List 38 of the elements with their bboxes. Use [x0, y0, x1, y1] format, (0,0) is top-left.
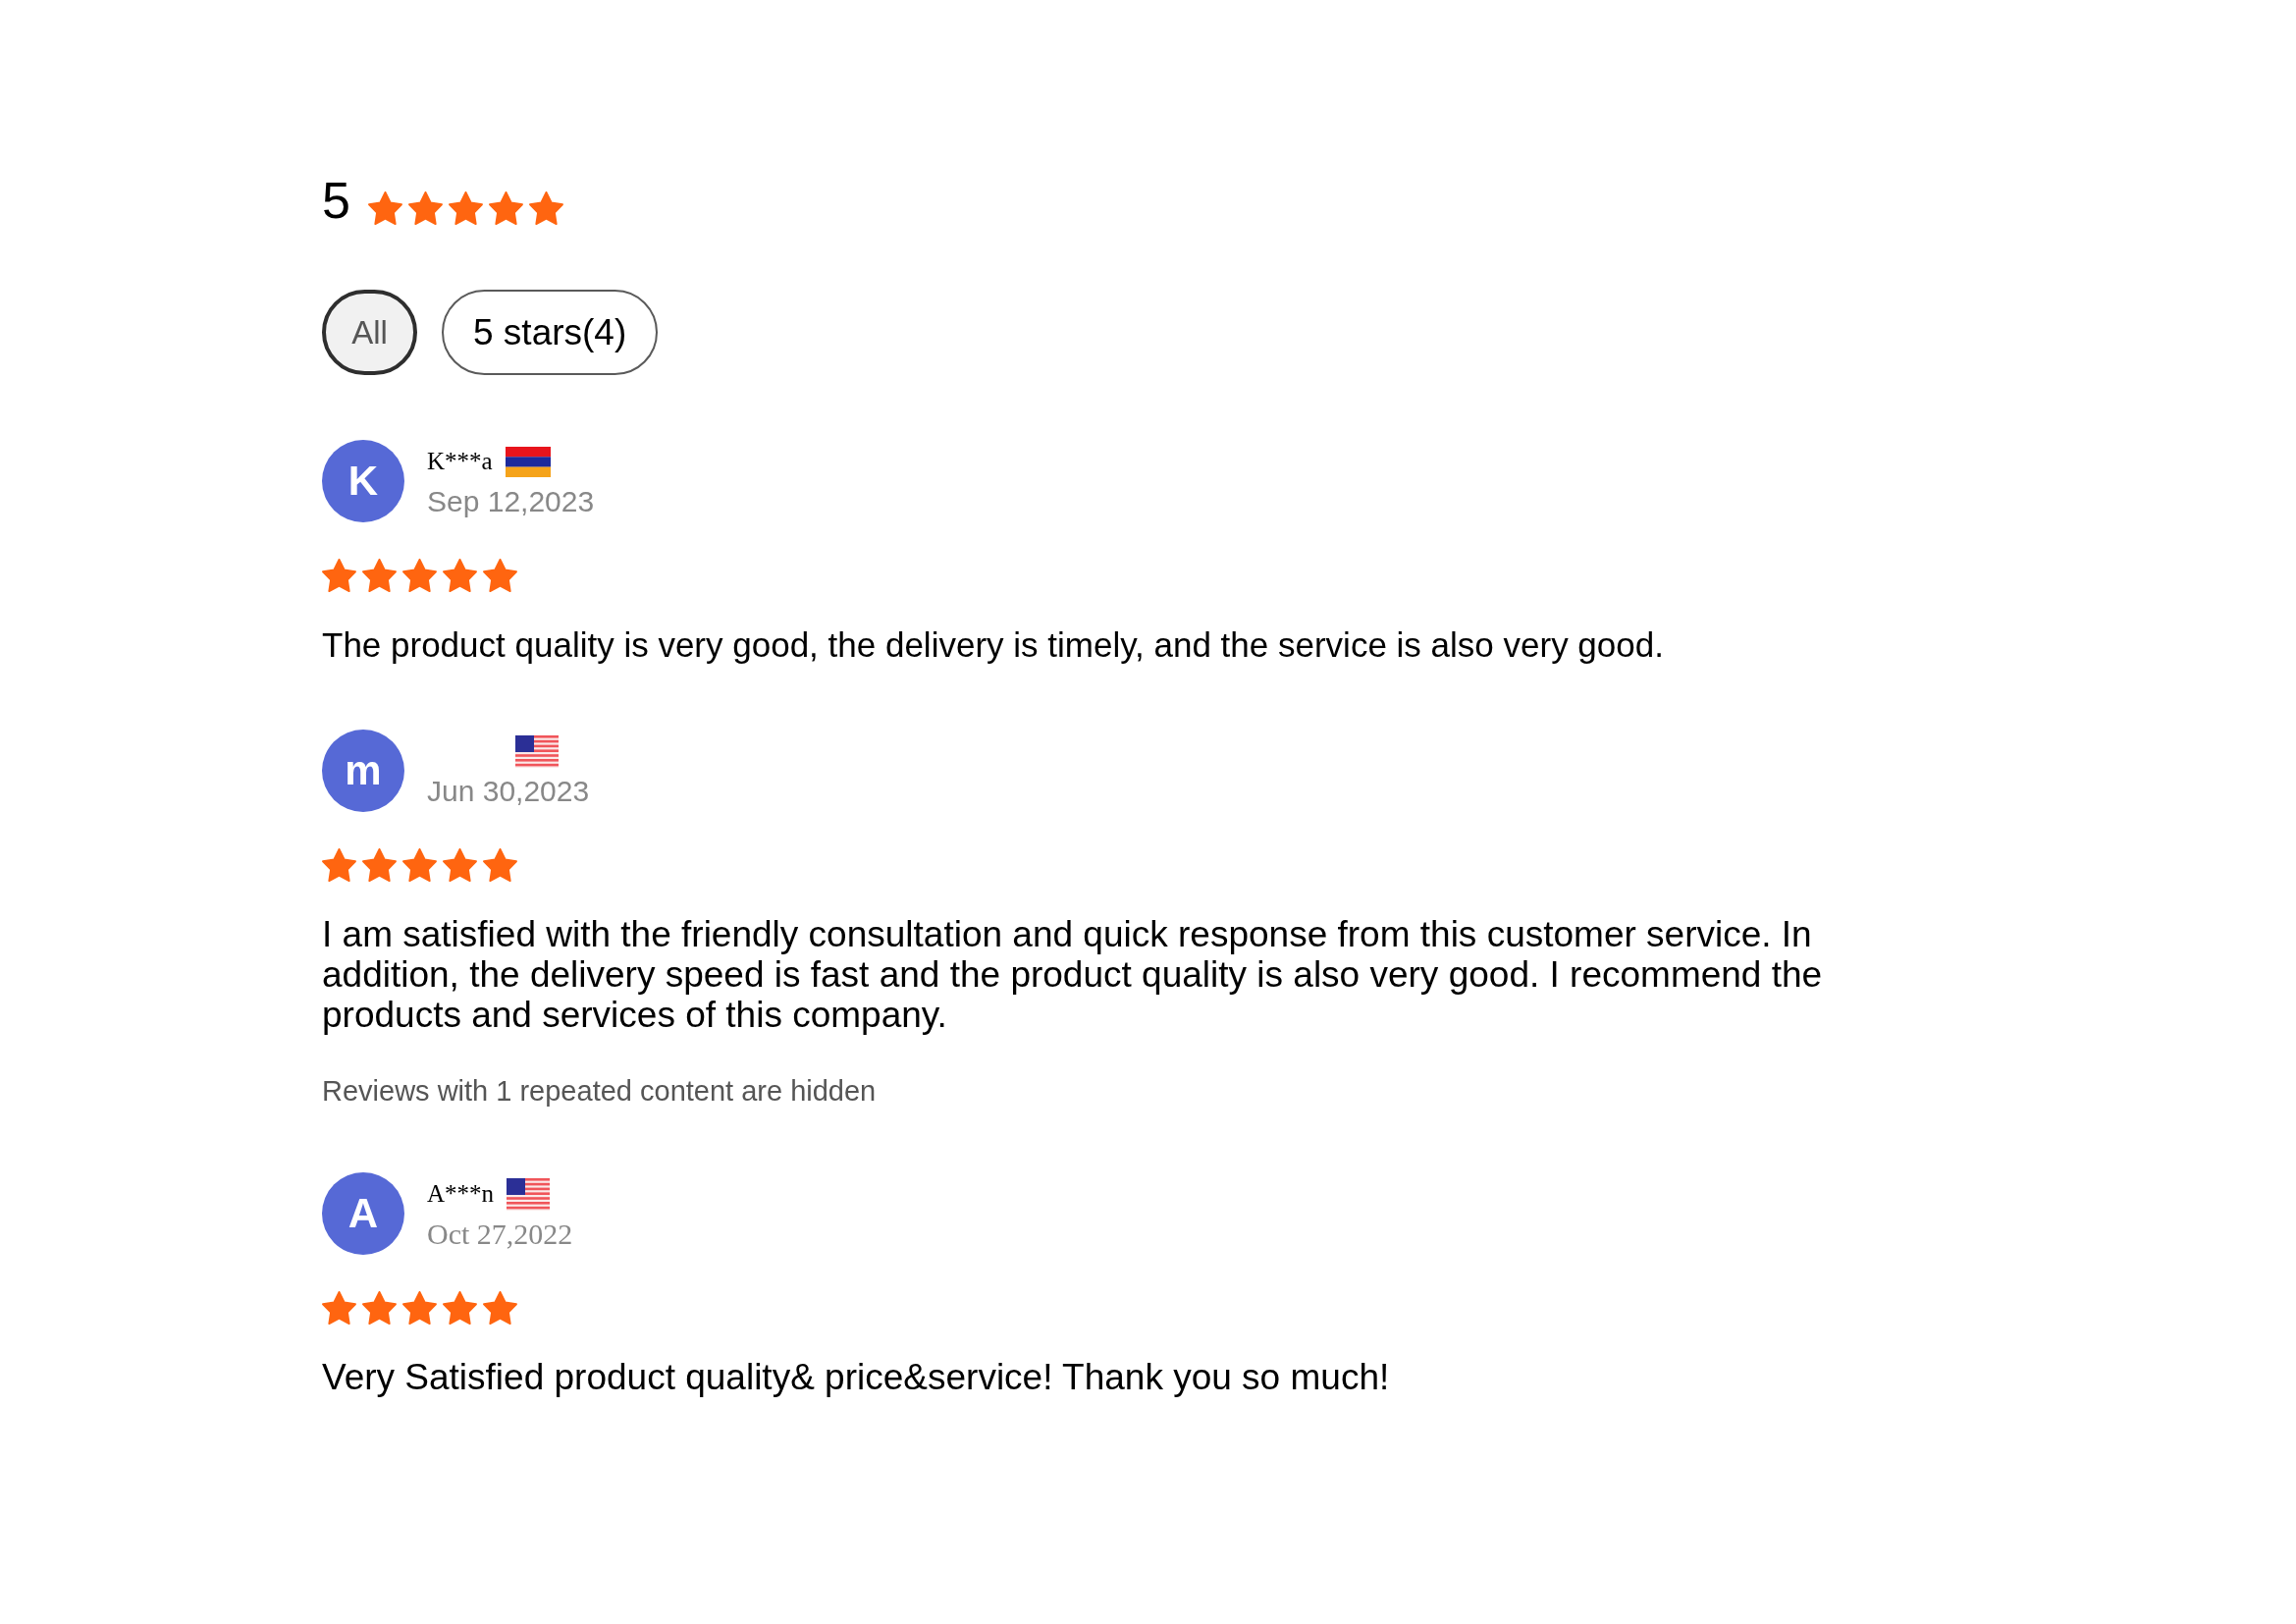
- star-icon: [407, 191, 443, 225]
- star-icon: [367, 191, 402, 225]
- avatar: K: [322, 440, 404, 522]
- star-icon: [443, 559, 477, 592]
- star-icon: [443, 1291, 477, 1325]
- star-icon: [483, 1291, 517, 1325]
- review-text: Very Satisfied product quality& price&service! Thank you so much!: [322, 1357, 1390, 1397]
- avatar: A: [322, 1172, 404, 1255]
- star-icon: [528, 191, 563, 225]
- avatar: m: [322, 730, 404, 812]
- star-icon: [402, 1291, 437, 1325]
- flag-icon: [505, 446, 551, 477]
- star-icon: [448, 191, 483, 225]
- rating-score: 5: [322, 175, 350, 226]
- star-icon: [322, 1291, 356, 1325]
- star-icon: [322, 559, 356, 592]
- star-icon: [362, 848, 397, 882]
- star-icon: [362, 559, 397, 592]
- star-icon: [322, 848, 356, 882]
- star-icon: [362, 1291, 397, 1325]
- review-date: Sep 12,2023: [427, 484, 595, 519]
- star-icon: [483, 559, 517, 592]
- star-icon: [402, 559, 437, 592]
- reviewer-name: K***a: [427, 447, 493, 476]
- star-icon: [443, 848, 477, 882]
- review-text: I am satisfied with the friendly consultation and quick response from this customer service. In addition, the delivery speed is fast and the product quality is also very good. I recommend the products and services of this company.: [322, 914, 1824, 1035]
- star-icon: [488, 191, 523, 225]
- star-icon: [483, 848, 517, 882]
- flag-icon: [507, 1177, 551, 1211]
- reviewer-name: A***n: [427, 1179, 495, 1209]
- hidden-reviews-notice: Reviews with 1 repeated content are hidden: [322, 1074, 877, 1108]
- review-text: The product quality is very good, the delivery is timely, and the service is also very good.: [322, 624, 1664, 665]
- flag-icon: [515, 734, 559, 768]
- filter-tab[interactable]: All: [322, 290, 417, 375]
- review-date: Oct 27,2022: [427, 1217, 573, 1252]
- review-date: Jun 30,2023: [427, 774, 590, 809]
- filter-tab[interactable]: 5 stars(4): [442, 290, 659, 375]
- star-icon: [402, 848, 437, 882]
